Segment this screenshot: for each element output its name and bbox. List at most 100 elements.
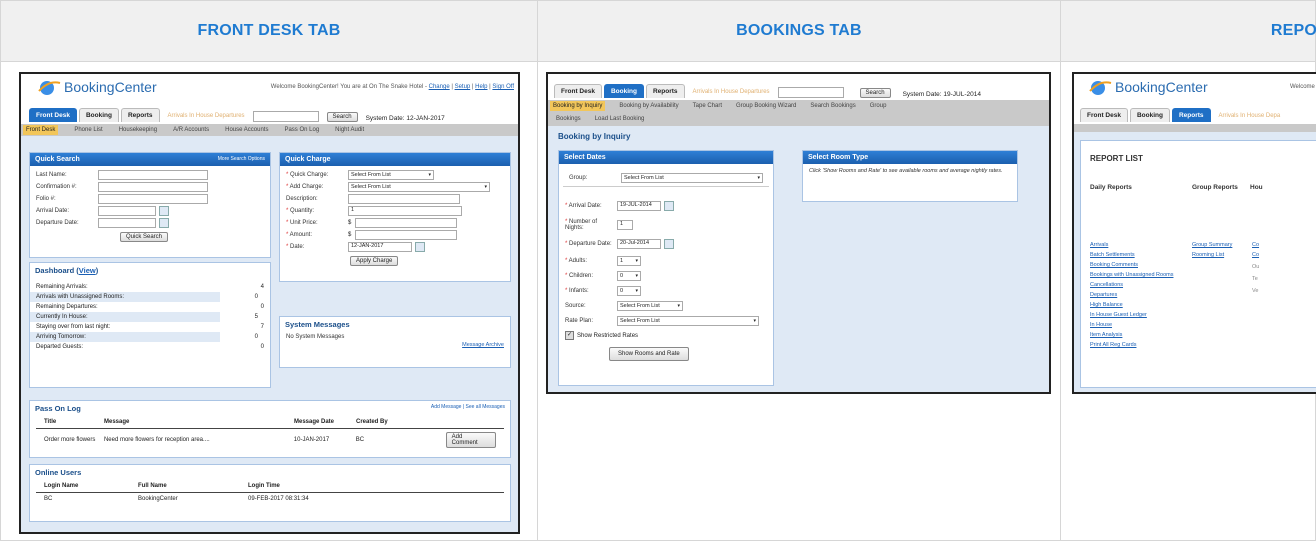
add-comment-button[interactable]: Add Comment: [445, 432, 496, 448]
arrival-date-input[interactable]: 19-JUL-2014: [617, 201, 661, 211]
report-link-booking-comments[interactable]: Booking Comments: [1090, 262, 1138, 268]
calendar-icon[interactable]: [664, 201, 674, 211]
report-list-title: REPORT LIST: [1090, 154, 1143, 163]
report-link-unassigned-rooms[interactable]: Bookings with Unassigned Rooms: [1090, 272, 1173, 278]
quantity-input[interactable]: 1: [348, 206, 462, 216]
report-link-departures[interactable]: Departures: [1090, 292, 1117, 298]
dashboard-row-value: 0: [260, 344, 264, 350]
add-charge-select[interactable]: Select From List: [348, 182, 490, 192]
subnav-housekeeping[interactable]: Housekeeping: [119, 127, 157, 133]
quick-charge-select[interactable]: Select From List: [348, 170, 434, 180]
group-select[interactable]: Select From List: [621, 173, 763, 183]
tab-reports[interactable]: Reports: [645, 84, 685, 98]
subnav-load-last-booking[interactable]: Load Last Booking: [595, 116, 645, 122]
dashboard-row-value: 0: [254, 334, 258, 340]
tab-front-desk[interactable]: Front Desk: [1080, 108, 1128, 122]
message-archive-link[interactable]: Message Archive: [462, 342, 504, 348]
report-link-arrivals[interactable]: Arrivals: [1090, 242, 1108, 248]
tab-booking[interactable]: Booking: [78, 108, 119, 122]
report-link-house[interactable]: Co: [1252, 252, 1259, 258]
report-link-rooming-list[interactable]: Rooming List: [1192, 252, 1224, 258]
report-link-cancellations[interactable]: Cancellations: [1090, 282, 1123, 288]
dashboard-panel: Dashboard (View) Remaining Arrivals: 4 Ar…: [29, 262, 271, 388]
confirmation-input[interactable]: [98, 182, 208, 192]
subnav-search-bookings[interactable]: Search Bookings: [810, 103, 855, 109]
tab-booking[interactable]: Booking: [1129, 108, 1170, 122]
change-link[interactable]: Change: [429, 84, 450, 90]
rate-plan-label: Rate Plan:: [565, 317, 594, 324]
show-rooms-and-rate-button[interactable]: Show Rooms and Rate: [609, 347, 689, 361]
subnav-ar-accounts[interactable]: A/R Accounts: [173, 127, 209, 133]
last-name-input[interactable]: [98, 170, 208, 180]
report-link-in-house[interactable]: In House: [1090, 322, 1112, 328]
show-restricted-rates-label: Show Restricted Rates: [577, 332, 639, 339]
quick-links[interactable]: Arrivals In House Departures: [162, 110, 251, 122]
quick-search-button[interactable]: Quick Search: [120, 232, 169, 242]
subnav-night-audit[interactable]: Night Audit: [335, 127, 364, 133]
search-input[interactable]: [252, 111, 319, 122]
search-button[interactable]: Search: [326, 112, 358, 122]
source-select[interactable]: Select From List: [617, 300, 683, 311]
report-link-item-analysis[interactable]: Item Analysis: [1090, 332, 1122, 338]
search-button[interactable]: Search: [859, 88, 891, 98]
confirmation-label: Confirmation #:: [36, 184, 77, 190]
quick-links[interactable]: Arrivals In House Depa: [1213, 110, 1287, 122]
nights-input[interactable]: 1: [617, 220, 633, 230]
column-header-login-name: Login Name: [44, 483, 79, 489]
rate-plan-select[interactable]: Select From List: [617, 315, 759, 326]
sign-off-link[interactable]: Sign Off: [492, 84, 514, 90]
amount-input[interactable]: [355, 230, 458, 240]
dashboard-view-link[interactable]: View: [79, 266, 96, 275]
tab-reports[interactable]: Reports: [120, 108, 160, 122]
subnav-group[interactable]: Group: [870, 103, 887, 109]
arrival-date-input[interactable]: [98, 206, 156, 216]
apply-charge-button[interactable]: Apply Charge: [350, 256, 399, 266]
subnav-booking-by-inquiry[interactable]: Booking by Inquiry: [550, 101, 606, 111]
infants-select[interactable]: 0: [617, 285, 641, 296]
subnav-tape-chart[interactable]: Tape Chart: [693, 103, 722, 109]
tab-front-desk[interactable]: Front Desk: [29, 108, 77, 122]
column-header-created-by: Created By: [356, 419, 388, 425]
search-input[interactable]: [777, 87, 844, 98]
description-input[interactable]: [348, 194, 460, 204]
calendar-icon[interactable]: [415, 242, 425, 252]
subnav-pass-on-log[interactable]: Pass On Log: [284, 127, 319, 133]
calendar-icon[interactable]: [159, 206, 169, 216]
column-header-front-desk: FRONT DESK TAB: [0, 0, 538, 62]
subnav-phone-list[interactable]: Phone List: [74, 127, 102, 133]
subnav-booking-by-availability[interactable]: Booking by Availability: [619, 103, 678, 109]
adults-select[interactable]: 1: [617, 255, 641, 266]
dashboard-row-label: Remaining Departures:: [36, 304, 98, 310]
calendar-icon[interactable]: [159, 218, 169, 228]
report-link-print-reg-cards[interactable]: Print All Reg Cards: [1090, 342, 1136, 348]
subnav-group-booking-wizard[interactable]: Group Booking Wizard: [736, 103, 796, 109]
setup-link[interactable]: Setup: [455, 84, 471, 90]
unit-price-input[interactable]: [355, 218, 458, 228]
folio-input[interactable]: [98, 194, 208, 204]
column-header-bookings: BOOKINGS TAB: [537, 0, 1061, 62]
children-select[interactable]: 0: [617, 270, 641, 281]
report-link-in-house-guest-ledger[interactable]: In House Guest Ledger: [1090, 312, 1147, 318]
subnav-house-accounts[interactable]: House Accounts: [225, 127, 268, 133]
report-link-group-summary[interactable]: Group Summary: [1192, 242, 1232, 248]
report-link-high-balance[interactable]: High Balance: [1090, 302, 1123, 308]
tab-reports[interactable]: Reports: [1171, 108, 1211, 122]
tab-front-desk[interactable]: Front Desk: [554, 84, 602, 98]
subnav-group-bookings[interactable]: Bookings: [556, 116, 581, 122]
subnav-front-desk[interactable]: Front Desk: [23, 125, 59, 135]
departure-date-input[interactable]: [98, 218, 156, 228]
help-link[interactable]: Help: [475, 84, 487, 90]
departure-date-input[interactable]: 20-Jul-2014: [617, 239, 661, 249]
report-link-batch-settlements[interactable]: Batch Settlements: [1090, 252, 1135, 258]
nights-label: Number of Nights:: [565, 219, 617, 231]
date-input[interactable]: 12-JAN-2017: [348, 242, 412, 252]
report-link-house[interactable]: Co: [1252, 242, 1259, 248]
quick-links[interactable]: Arrivals In House Departures: [687, 86, 776, 98]
date-label: Date:: [286, 244, 348, 250]
tab-booking[interactable]: Booking: [603, 84, 644, 98]
house-reports-heading: Hou: [1250, 184, 1263, 191]
calendar-icon[interactable]: [664, 239, 674, 249]
checkbox-icon[interactable]: ✓: [565, 331, 574, 340]
more-search-options-link[interactable]: More Search Options: [218, 156, 265, 163]
pass-on-log-links[interactable]: Add Message | See all Messages: [431, 404, 505, 413]
